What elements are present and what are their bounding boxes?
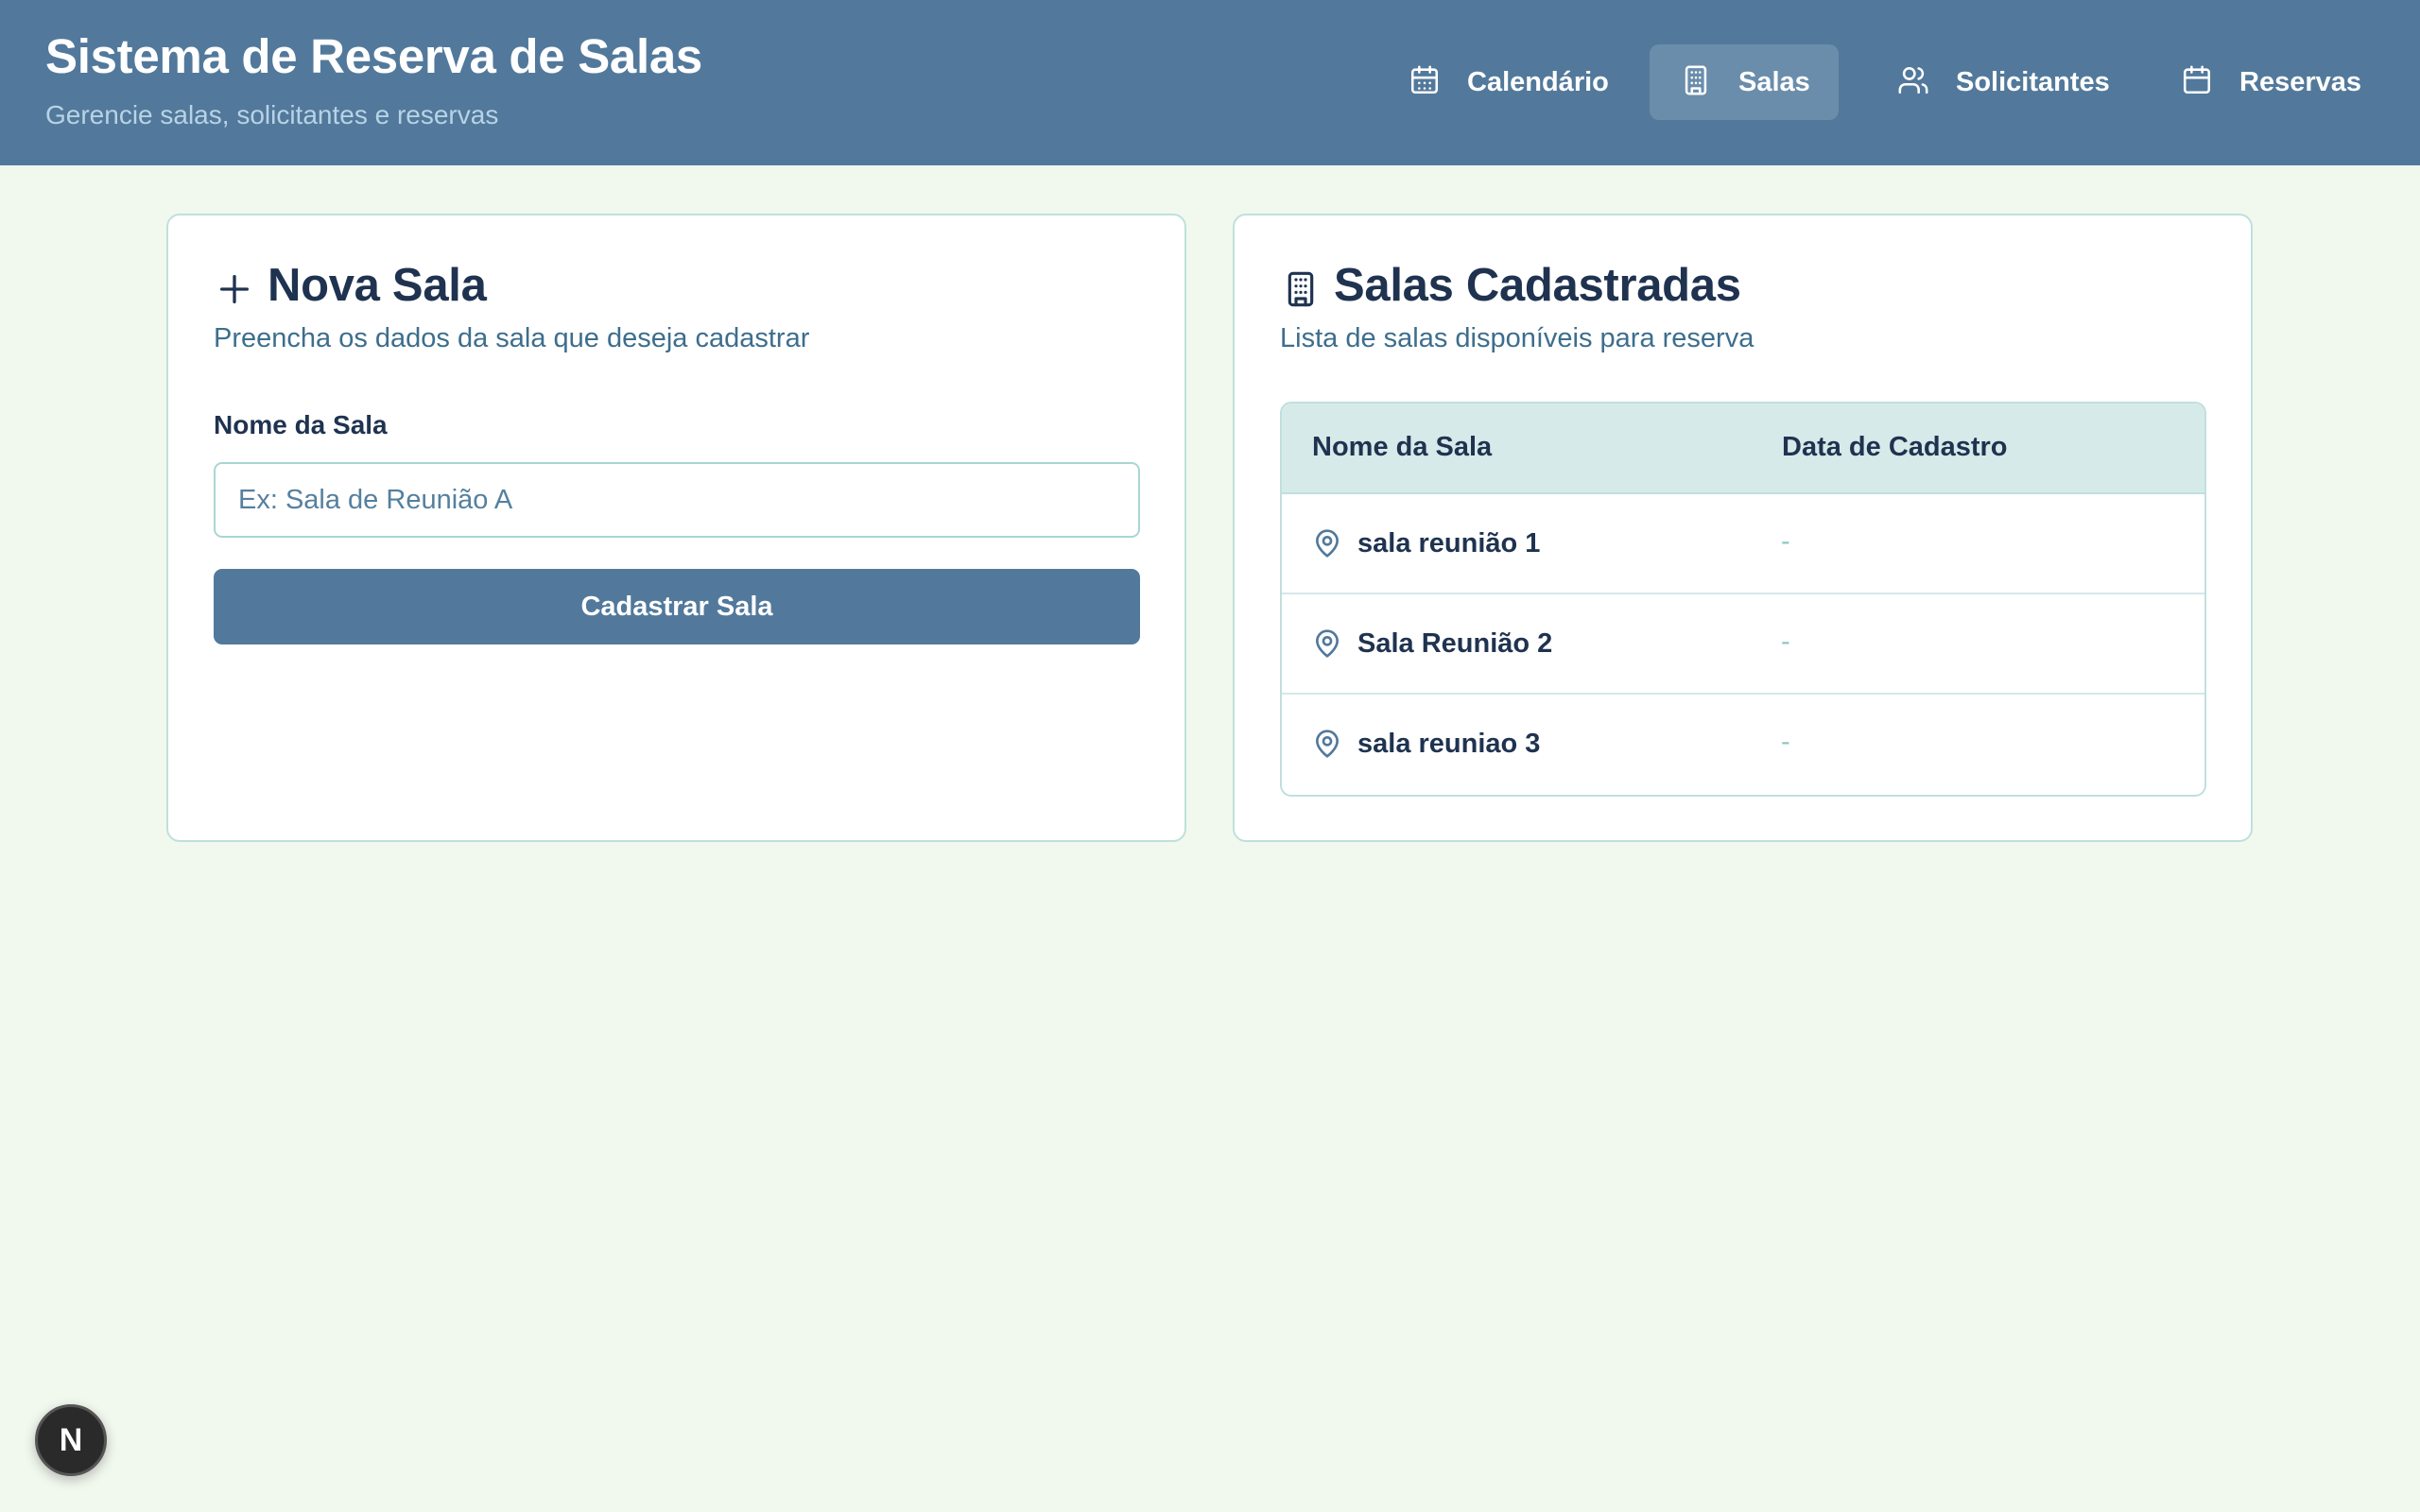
table-header: Nome da Sala Data de Cadastro [1282, 404, 2204, 494]
building-icon [1282, 270, 1320, 308]
room-name-input[interactable] [214, 462, 1140, 538]
room-name: Sala Reunião 2 [1357, 628, 1553, 659]
nav-reservas-label: Reservas [2239, 66, 2361, 97]
rooms-list-title: Salas Cadastradas [1334, 260, 1741, 311]
room-name: sala reuniao 3 [1357, 729, 1541, 759]
nav-calendario[interactable]: Calendário [1378, 44, 1639, 120]
rooms-table: Nome da Sala Data de Cadastro sala reuni… [1280, 402, 2206, 797]
map-pin-icon [1312, 729, 1342, 759]
room-name-label: Nome da Sala [214, 410, 388, 439]
room-name: sala reunião 1 [1357, 528, 1541, 558]
rooms-list-card: Salas Cadastradas Lista de salas disponí… [1233, 214, 2253, 842]
nav-salas[interactable]: Salas [1650, 44, 1839, 120]
room-date: - [1781, 727, 1790, 757]
nav-solicitantes-label: Solicitantes [1956, 66, 2110, 97]
calendar-icon [1409, 64, 1441, 101]
nav-solicitantes[interactable]: Solicitantes [1867, 44, 2140, 120]
map-pin-icon [1312, 628, 1342, 659]
plus-icon [216, 270, 253, 308]
app-title: Sistema de Reserva de Salas [45, 29, 702, 83]
register-room-button[interactable]: Cadastrar Sala [214, 569, 1140, 644]
nav-salas-label: Salas [1738, 66, 1810, 97]
table-row[interactable]: sala reunião 1 - [1282, 494, 2204, 594]
nextjs-devtools-button[interactable]: N [35, 1404, 107, 1476]
users-icon [1897, 64, 1929, 101]
nav-calendario-label: Calendário [1467, 66, 1609, 97]
room-date: - [1781, 526, 1790, 557]
new-room-card: Nova Sala Preencha os dados da sala que … [166, 214, 1186, 842]
column-header-name: Nome da Sala [1312, 432, 1493, 462]
nav-reservas[interactable]: Reservas [2151, 44, 2392, 120]
building-icon [1680, 64, 1712, 101]
map-pin-icon [1312, 528, 1342, 558]
new-room-title: Nova Sala [268, 260, 487, 311]
table-row[interactable]: sala reuniao 3 - [1282, 695, 2204, 795]
room-date: - [1781, 627, 1790, 657]
app-header: Sistema de Reserva de Salas Gerencie sal… [0, 0, 2420, 165]
calendar-icon [2181, 64, 2213, 101]
app-subtitle: Gerencie salas, solicitantes e reservas [45, 100, 499, 129]
rooms-list-subtitle: Lista de salas disponíveis para reserva [1280, 323, 1754, 353]
column-header-date: Data de Cadastro [1782, 432, 2008, 462]
table-row[interactable]: Sala Reunião 2 - [1282, 594, 2204, 695]
new-room-subtitle: Preencha os dados da sala que deseja cad… [214, 323, 810, 353]
